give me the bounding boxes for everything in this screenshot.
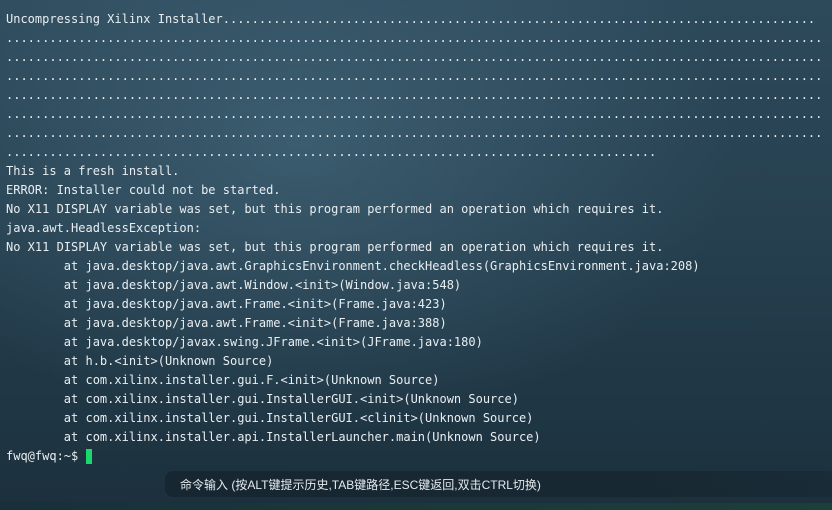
terminal-line-clipped (6, 0, 832, 10)
stack-trace-line: at java.desktop/javax.swing.JFrame.<init… (6, 335, 483, 349)
bottom-strip (0, 503, 832, 510)
stack-trace-line: at com.xilinx.installer.api.InstallerLau… (6, 430, 541, 444)
terminal-line: ........................................… (6, 88, 823, 102)
command-input-bar[interactable]: 命令输入 (按ALT键提示历史,TAB键路径,ESC键返回,双击CTRL切换) (165, 471, 832, 497)
terminal-line: ........................................… (6, 126, 823, 140)
stack-trace-line: at java.desktop/java.awt.GraphicsEnviron… (6, 259, 700, 273)
shell-prompt: fwq@fwq:~$ (6, 449, 79, 463)
stack-trace-line: at java.desktop/java.awt.Frame.<init>(Fr… (6, 297, 447, 311)
prompt-line[interactable]: fwq@fwq:~$ (6, 447, 832, 466)
error-line: ERROR: Installer could not be started. (6, 183, 281, 197)
stack-trace-line: at java.desktop/java.awt.Frame.<init>(Fr… (6, 316, 447, 330)
terminal-line: ........................................… (6, 50, 823, 64)
terminal-line: This is a fresh install. (6, 164, 180, 178)
terminal-line: No X11 DISPLAY variable was set, but thi… (6, 240, 664, 254)
stack-trace-line: at h.b.<init>(Unknown Source) (6, 354, 274, 368)
terminal-line: ........................................… (6, 145, 657, 159)
stack-trace-line: at com.xilinx.installer.gui.F.<init>(Unk… (6, 373, 440, 387)
command-input-hint: 命令输入 (按ALT键提示历史,TAB键路径,ESC键返回,双击CTRL切换) (180, 477, 541, 492)
stack-trace-line: at com.xilinx.installer.gui.InstallerGUI… (6, 392, 519, 406)
terminal-output[interactable]: Uncompressing Xilinx Installer..........… (6, 0, 832, 470)
terminal-line: No X11 DISPLAY variable was set, but thi… (6, 202, 664, 216)
terminal-line: Uncompressing Xilinx Installer..........… (6, 12, 816, 26)
stack-trace-line: at com.xilinx.installer.gui.InstallerGUI… (6, 411, 534, 425)
stack-trace-line: at java.desktop/java.awt.Window.<init>(W… (6, 278, 462, 292)
terminal-line: ........................................… (6, 69, 823, 83)
exception-line: java.awt.HeadlessException: (6, 221, 202, 235)
text-cursor (86, 449, 93, 464)
terminal-line: ........................................… (6, 107, 823, 121)
terminal-line: ........................................… (6, 31, 823, 45)
